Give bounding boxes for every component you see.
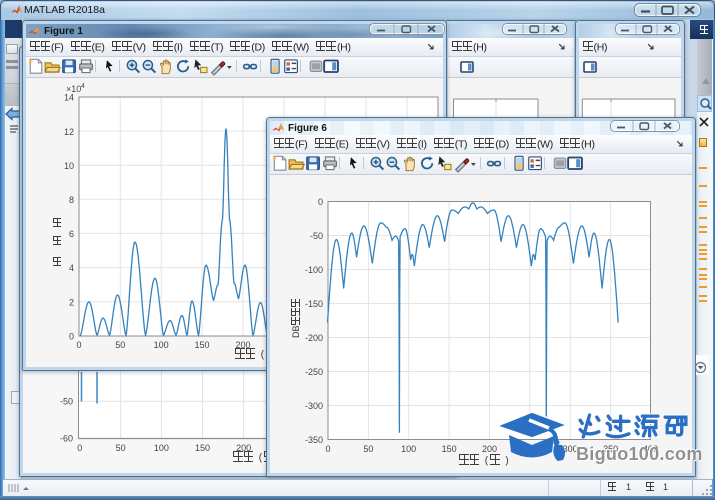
svg-text:0: 0: [69, 332, 74, 342]
svg-text:4: 4: [81, 83, 85, 90]
svg-text:0: 0: [76, 340, 81, 350]
svg-text:8: 8: [69, 195, 74, 205]
svg-text:12: 12: [64, 127, 74, 137]
svg-text:-150: -150: [305, 299, 323, 309]
svg-text:10: 10: [64, 161, 74, 171]
svg-text:50: 50: [116, 443, 126, 453]
svg-text:14: 14: [64, 93, 74, 103]
svg-text:-300: -300: [305, 401, 323, 411]
svg-text:0: 0: [325, 444, 330, 454]
svg-text:50: 50: [363, 444, 373, 454]
svg-text:-350: -350: [305, 435, 323, 445]
svg-text:0: 0: [318, 197, 323, 207]
svg-text:-250: -250: [305, 367, 323, 377]
svg-text:-50: -50: [60, 397, 73, 407]
svg-text:2: 2: [69, 297, 74, 307]
svg-text:150: 150: [442, 444, 457, 454]
svg-text:-100: -100: [305, 265, 323, 275]
svg-text:50: 50: [115, 340, 125, 350]
svg-text:×10: ×10: [66, 84, 81, 94]
svg-text:100: 100: [401, 444, 416, 454]
svg-text:100: 100: [154, 340, 169, 350]
svg-text:150: 150: [194, 340, 209, 350]
svg-text:150: 150: [195, 443, 210, 453]
svg-text:4: 4: [69, 263, 74, 273]
svg-text:-60: -60: [60, 434, 73, 444]
svg-text:0: 0: [77, 443, 82, 453]
svg-text:100: 100: [154, 443, 169, 453]
svg-text:6: 6: [69, 229, 74, 239]
svg-text:-50: -50: [310, 231, 323, 241]
svg-text:-200: -200: [305, 333, 323, 343]
